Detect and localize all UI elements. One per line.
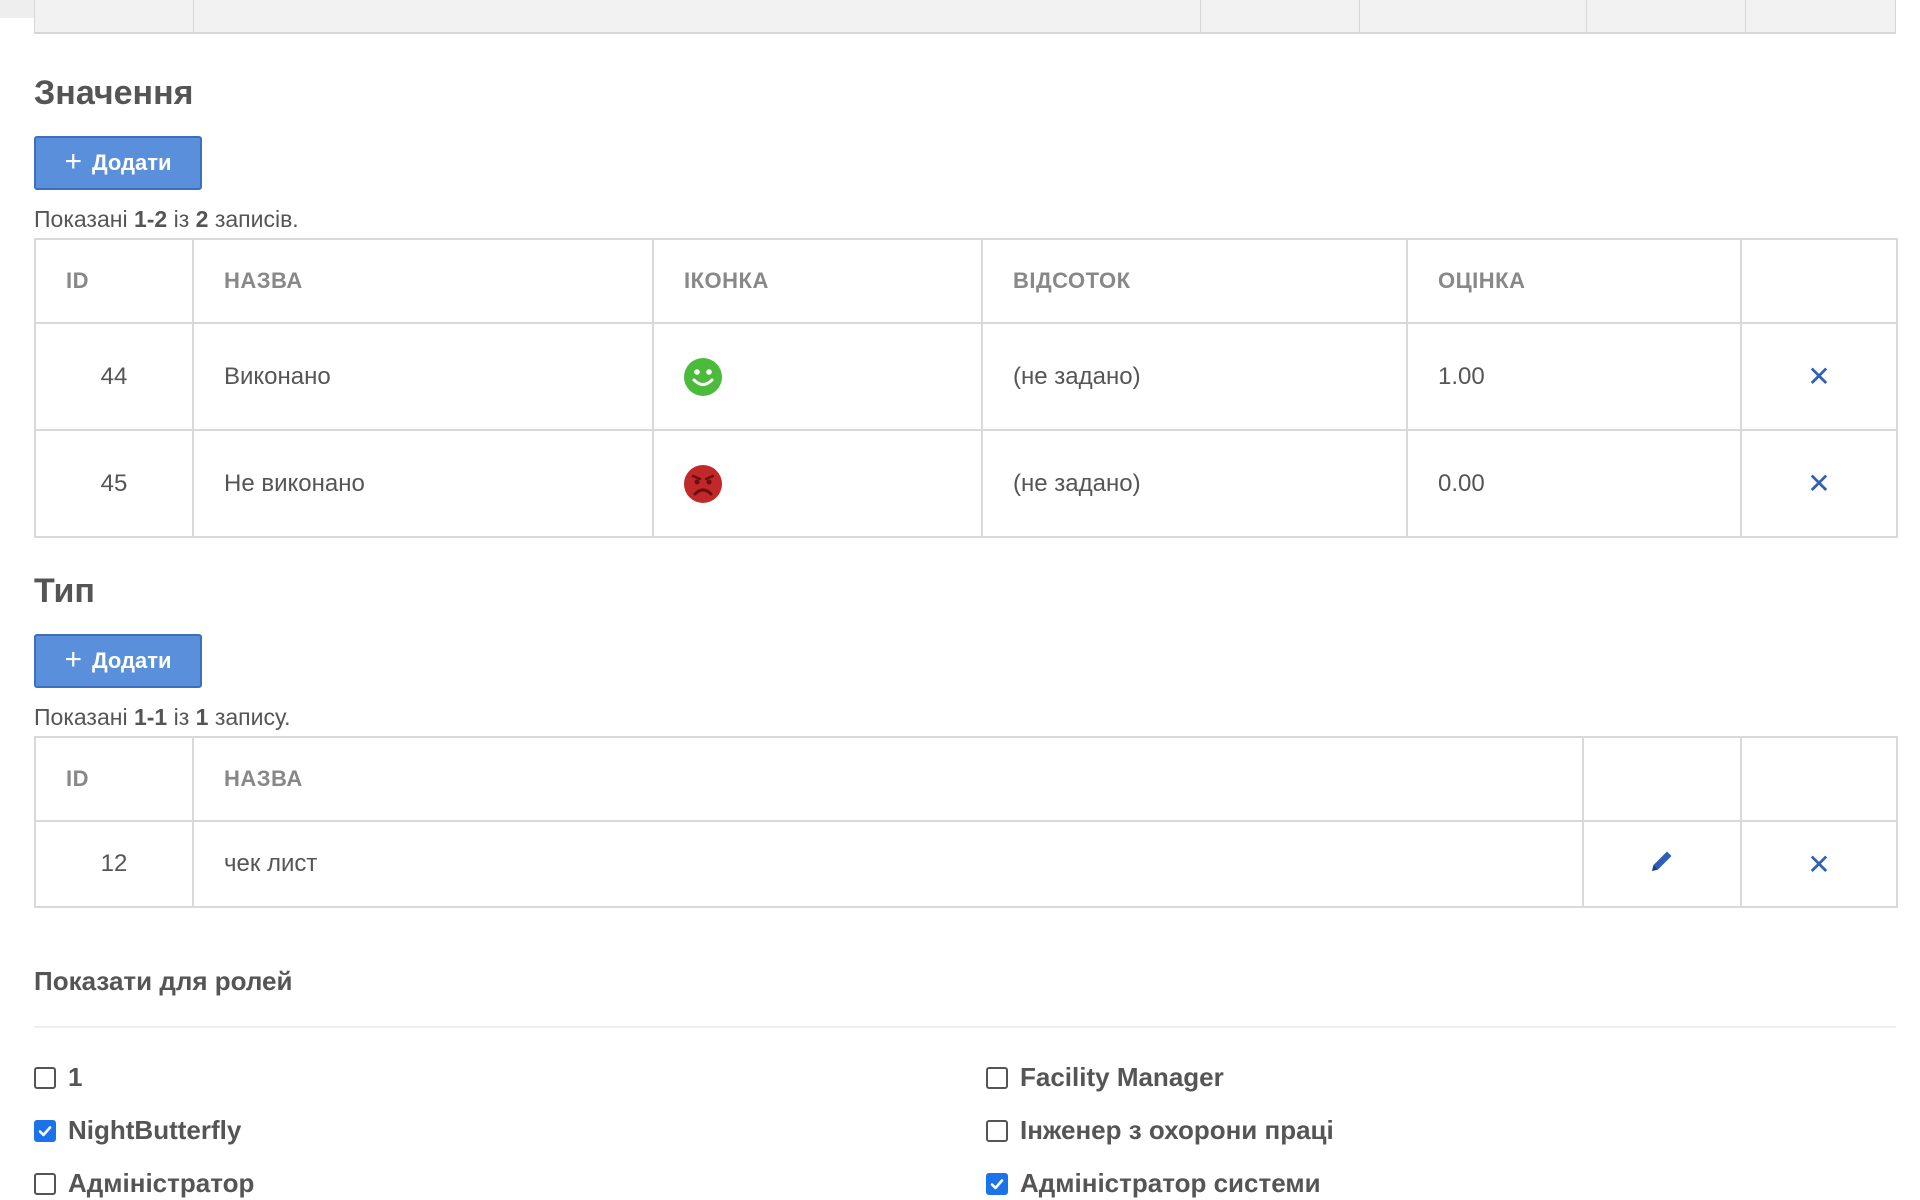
cell-percent: (не задано): [981, 429, 1408, 538]
column-header-score[interactable]: ОЦІНКА: [1406, 238, 1742, 324]
column-divider: [1745, 0, 1746, 32]
role-label: 1: [68, 1062, 83, 1092]
cell-actions: ✕: [1740, 322, 1898, 431]
type-table: ID НАЗВА 12 чек лист ✕: [34, 736, 1898, 908]
cell-percent: (не задано): [981, 322, 1408, 431]
cell-actions: ✕: [1740, 820, 1898, 908]
summary-prefix: Показані: [34, 704, 134, 730]
cell-name: Виконано: [192, 322, 654, 431]
table-header-row: ID НАЗВА: [34, 736, 1898, 822]
checkmark-icon: [990, 1178, 1004, 1189]
column-divider: [193, 0, 194, 32]
left-edge-fragment: [0, 0, 34, 18]
summary-range: 1-2: [133, 206, 168, 232]
role-checkbox[interactable]: [34, 1066, 56, 1089]
role-label: Facility Manager: [1020, 1062, 1224, 1092]
values-summary: Показані 1-2 із 2 записів.: [34, 206, 299, 233]
cell-id: 45: [34, 429, 194, 538]
delete-icon[interactable]: ✕: [1807, 360, 1830, 393]
role-option[interactable]: NightButterfly: [34, 1115, 241, 1146]
add-value-button[interactable]: + Додати: [34, 136, 202, 190]
summary-total: 1: [195, 704, 209, 730]
role-label: Адміністратор: [68, 1168, 255, 1198]
add-value-label: Додати: [91, 150, 172, 175]
cell-score: 0.00: [1406, 429, 1742, 538]
role-checkbox[interactable]: [986, 1119, 1008, 1142]
table-header-row: ID НАЗВА ІКОНКА ВІДСОТОК ОЦІНКА: [34, 238, 1898, 324]
cell-name: Не виконано: [192, 429, 654, 538]
smile-green-icon: [684, 357, 722, 396]
summary-mid: із: [167, 704, 196, 730]
role-checkbox[interactable]: [986, 1066, 1008, 1089]
column-header-name[interactable]: НАЗВА: [192, 238, 654, 324]
role-label: Адміністратор системи: [1020, 1168, 1321, 1198]
cell-edit: [1582, 820, 1742, 908]
values-section-title: Значення: [34, 74, 194, 112]
cell-icon: [652, 429, 983, 538]
role-option[interactable]: 1: [34, 1062, 82, 1093]
previous-table-bottom: [34, 0, 1896, 34]
role-label: NightButterfly: [68, 1115, 242, 1145]
type-summary: Показані 1-1 із 1 запису.: [34, 704, 291, 731]
cell-id: 12: [34, 820, 194, 908]
role-option[interactable]: Адміністратор системи: [986, 1168, 1321, 1199]
column-header-edit: [1582, 736, 1742, 822]
add-type-label: Додати: [91, 648, 172, 673]
summary-suffix: запису.: [208, 704, 291, 730]
delete-icon[interactable]: ✕: [1807, 848, 1830, 881]
role-option[interactable]: Facility Manager: [986, 1062, 1224, 1093]
role-checkbox-checked[interactable]: [986, 1172, 1008, 1195]
column-header-icon[interactable]: ІКОНКА: [652, 238, 983, 324]
summary-suffix: записів.: [208, 206, 299, 232]
column-header-actions: [1740, 238, 1898, 324]
role-label: Інженер з охорони праці: [1020, 1115, 1334, 1145]
summary-mid: із: [167, 206, 196, 232]
roles-section-title: Показати для ролей: [34, 966, 293, 996]
values-table: ID НАЗВА ІКОНКА ВІДСОТОК ОЦІНКА 44 Викон…: [34, 238, 1898, 538]
cell-score: 1.00: [1406, 322, 1742, 431]
checkmark-icon: [38, 1125, 52, 1136]
role-checkbox[interactable]: [34, 1172, 56, 1195]
table-row: 44 Виконано (не задано) 1.00 ✕: [34, 322, 1898, 431]
table-row: 12 чек лист ✕: [34, 820, 1898, 908]
cell-id: 44: [34, 322, 194, 431]
roles-divider: [34, 1026, 1896, 1028]
table-row: 45 Не виконано (не задано) 0.00 ✕: [34, 429, 1898, 538]
summary-range: 1-1: [133, 704, 168, 730]
summary-total: 2: [195, 206, 209, 232]
cell-icon: [652, 322, 983, 431]
type-section-title: Тип: [34, 572, 95, 610]
pencil-icon[interactable]: [1648, 847, 1676, 882]
role-checkbox-checked[interactable]: [34, 1119, 56, 1142]
column-divider: [1359, 0, 1360, 32]
role-option[interactable]: Адміністратор: [34, 1168, 254, 1199]
add-type-button[interactable]: + Додати: [34, 634, 202, 688]
cell-name: чек лист: [192, 820, 1584, 908]
role-option[interactable]: Інженер з охорони праці: [986, 1115, 1334, 1146]
cell-actions: ✕: [1740, 429, 1898, 538]
column-divider: [1200, 0, 1201, 32]
summary-prefix: Показані: [34, 206, 134, 232]
column-header-id[interactable]: ID: [34, 736, 194, 822]
plus-icon: +: [64, 642, 82, 676]
frown-red-icon: [684, 464, 722, 503]
column-header-name[interactable]: НАЗВА: [192, 736, 1584, 822]
delete-icon[interactable]: ✕: [1807, 467, 1830, 500]
column-header-percent[interactable]: ВІДСОТОК: [981, 238, 1408, 324]
plus-icon: +: [64, 144, 82, 178]
column-header-delete: [1740, 736, 1898, 822]
column-header-id[interactable]: ID: [34, 238, 194, 324]
column-divider: [1586, 0, 1587, 32]
